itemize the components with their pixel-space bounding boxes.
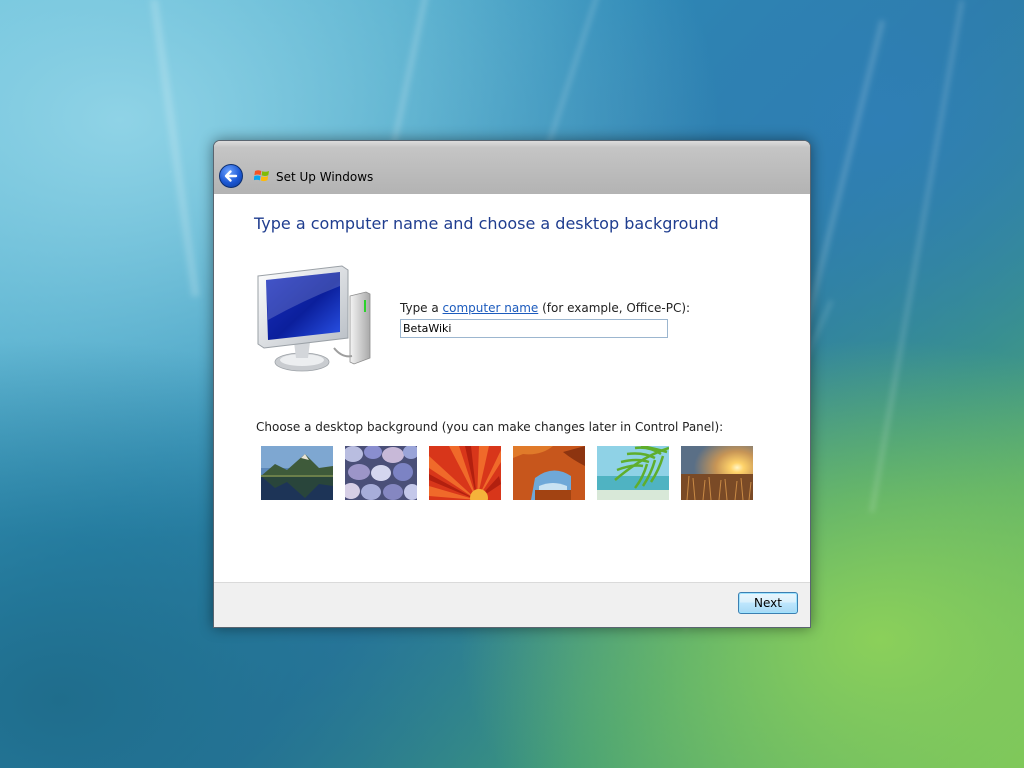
- background-thumbnail-mountain-lake[interactable]: [261, 446, 333, 500]
- computer-name-help-link[interactable]: computer name: [443, 301, 539, 315]
- content-area: Type a computer name and choose a deskto…: [214, 194, 810, 585]
- background-thumbnail-pebbles[interactable]: [345, 446, 417, 500]
- footer-bar: Next: [214, 582, 810, 627]
- computer-name-label: Type a computer name (for example, Offic…: [400, 301, 690, 315]
- title-bar: Set Up Windows: [214, 141, 810, 194]
- background-thumbnail-rock-arch[interactable]: [513, 446, 585, 500]
- window-title: Set Up Windows: [276, 170, 374, 184]
- label-suffix: (for example, Office-PC):: [538, 301, 691, 315]
- background-label: Choose a desktop background (you can mak…: [256, 420, 724, 434]
- computer-monitor-icon: [257, 265, 371, 372]
- windows-logo-icon: [254, 170, 269, 182]
- next-button[interactable]: Next: [738, 592, 798, 614]
- label-prefix: Type a: [400, 301, 443, 315]
- page-heading: Type a computer name and choose a deskto…: [254, 214, 719, 233]
- background-thumbnail-palm-leaf-beach[interactable]: [597, 446, 669, 500]
- back-button[interactable]: [219, 164, 243, 188]
- background-thumbnail-sunset-field[interactable]: [681, 446, 753, 500]
- back-arrow-icon: [224, 170, 238, 182]
- computer-name-input[interactable]: [400, 319, 668, 338]
- background-thumbnail-red-flower[interactable]: [429, 446, 501, 500]
- setup-dialog: Set Up Windows Type a computer name and …: [213, 140, 811, 628]
